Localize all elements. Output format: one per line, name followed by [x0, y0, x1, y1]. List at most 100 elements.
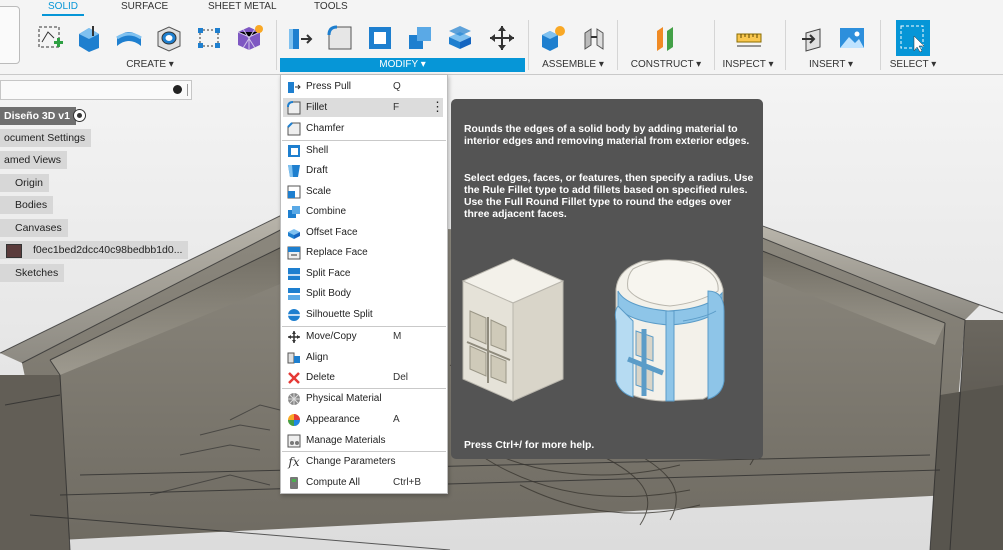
menu-item-manage-materials[interactable]: Manage Materials — [283, 431, 443, 450]
extrude-icon[interactable] — [73, 20, 105, 56]
group-divider — [276, 20, 277, 70]
shell-icon — [286, 144, 302, 158]
menu-item-replace-face[interactable]: Replace Face — [283, 243, 443, 262]
tab-tools[interactable]: TOOLS — [314, 1, 348, 12]
menu-item-compute-all[interactable]: Compute All Ctrl+B — [283, 473, 443, 492]
group-divider — [714, 20, 715, 70]
select-tool-icon[interactable] — [896, 20, 930, 56]
offset-plane-icon[interactable] — [650, 20, 682, 56]
move-icon — [286, 330, 302, 344]
browser-item-sketches[interactable]: Sketches — [0, 264, 65, 282]
menu-item-label: Split Body — [306, 288, 352, 299]
menu-item-label: Chamfer — [306, 123, 345, 134]
offset-face-tool-icon[interactable] — [444, 20, 476, 56]
fillet-tool-icon[interactable] — [324, 20, 356, 56]
measure-icon[interactable] — [733, 20, 765, 56]
menu-item-fillet[interactable]: Fillet F ⋮ — [283, 98, 444, 117]
browser-item-canvas-image[interactable]: f0ec1bed2dcc40c98bedbb1d0... — [0, 241, 189, 259]
menu-item-silhouette-split[interactable]: Silhouette Split — [283, 305, 443, 324]
shell-tool-icon[interactable] — [364, 20, 396, 56]
menu-item-shell[interactable]: Shell — [283, 141, 443, 160]
tooltip-description: Rounds the edges of a solid body by addi… — [464, 124, 750, 147]
assemble-menu[interactable]: ASSEMBLE ▾ — [538, 58, 608, 72]
combine-tool-icon[interactable] — [404, 20, 436, 56]
browser-root-node[interactable]: Diseño 3D v1 — [0, 107, 76, 125]
browser-item-label: Bodies — [15, 199, 48, 211]
offset-face-icon — [286, 226, 302, 240]
scale-icon — [286, 185, 302, 199]
browser-item-named-views[interactable]: amed Views — [0, 151, 68, 169]
activate-radio-icon[interactable] — [73, 109, 86, 122]
menu-item-split-body[interactable]: Split Body — [283, 284, 443, 303]
browser-collapse-icon[interactable] — [173, 85, 182, 94]
menu-item-split-face[interactable]: Split Face — [283, 264, 443, 283]
browser-item-label: ocument Settings — [4, 132, 86, 144]
browser-item-document-settings[interactable]: ocument Settings — [0, 129, 92, 147]
menu-item-label: Replace Face — [306, 247, 368, 258]
menu-item-draft[interactable]: Draft — [283, 161, 443, 180]
pattern-icon[interactable] — [193, 20, 225, 56]
replace-face-icon — [286, 246, 302, 260]
cube-before-icon — [461, 258, 565, 402]
insert-image-icon[interactable] — [836, 20, 868, 56]
menu-item-align[interactable]: Align — [283, 348, 443, 367]
insert-derive-icon[interactable] — [797, 20, 829, 56]
menu-item-label: Split Face — [306, 268, 351, 279]
browser-item-bodies[interactable]: Bodies — [0, 196, 54, 214]
group-divider — [880, 20, 881, 70]
modify-dropdown-menu: Press Pull Q Fillet F ⋮ Chamfer Shell Dr… — [280, 74, 448, 494]
tab-solid[interactable]: SOLID — [41, 1, 85, 16]
split-body-icon — [286, 287, 302, 301]
menu-item-shortcut: F — [393, 102, 400, 113]
fx-icon: fx — [288, 454, 300, 469]
create-sketch-icon[interactable] — [34, 20, 66, 56]
menu-item-appearance[interactable]: Appearance A — [283, 410, 443, 429]
chamfer-icon — [286, 121, 302, 136]
menu-item-shortcut: Q — [393, 81, 401, 92]
menu-item-label: Draft — [306, 165, 328, 176]
menu-item-delete[interactable]: Delete Del — [283, 368, 443, 387]
hole-icon[interactable] — [153, 20, 185, 56]
modify-menu-button[interactable]: MODIFY ▾ — [280, 58, 525, 72]
group-divider — [617, 20, 618, 70]
browser-item-label: f0ec1bed2dcc40c98bedbb1d0... — [33, 244, 183, 256]
more-options-icon[interactable]: ⋮ — [431, 100, 444, 114]
menu-item-chamfer[interactable]: Chamfer — [283, 119, 443, 138]
press-pull-tool-icon[interactable] — [284, 20, 316, 56]
browser-root-label: Diseño 3D v1 — [4, 110, 70, 122]
move-tool-icon[interactable] — [486, 20, 518, 56]
new-component-icon[interactable] — [537, 20, 569, 56]
browser-item-label: Sketches — [15, 267, 59, 279]
browser-item-canvases[interactable]: Canvases — [0, 219, 68, 237]
menu-item-shortcut: A — [393, 414, 400, 425]
fillet-tooltip: Rounds the edges of a solid body by addi… — [451, 99, 763, 459]
joint-icon[interactable] — [578, 20, 610, 56]
construct-menu[interactable]: CONSTRUCT ▾ — [628, 58, 704, 72]
menu-item-scale[interactable]: Scale — [283, 182, 443, 201]
browser-item-origin[interactable]: Origin — [0, 174, 50, 192]
workspace-switcher[interactable] — [0, 6, 20, 64]
select-menu[interactable]: SELECT ▾ — [886, 58, 940, 72]
menu-item-label: Offset Face — [306, 227, 358, 238]
fillet-illustration — [461, 258, 725, 402]
menu-item-press-pull[interactable]: Press Pull Q — [283, 77, 443, 96]
form-icon[interactable] — [233, 20, 265, 56]
menu-item-move-copy[interactable]: Move/Copy M — [283, 327, 443, 346]
create-menu[interactable]: CREATE ▾ — [120, 58, 180, 72]
menu-item-offset-face[interactable]: Offset Face — [283, 223, 443, 242]
menu-item-label: Manage Materials — [306, 435, 386, 446]
inspect-menu[interactable]: INSPECT ▾ — [722, 58, 774, 72]
tab-sheet-metal[interactable]: SHEET METAL — [208, 1, 277, 12]
menu-item-label: Shell — [306, 145, 329, 156]
physical-material-icon — [286, 392, 302, 406]
menu-item-physical-material[interactable]: Physical Material — [283, 389, 443, 408]
group-divider — [528, 20, 529, 70]
revolve-icon[interactable] — [113, 20, 145, 56]
menu-item-change-parameters[interactable]: fx Change Parameters — [283, 452, 443, 471]
menu-item-combine[interactable]: Combine — [283, 202, 443, 221]
toolbar: SOLID SURFACE SHEET METAL TOOLS CREATE ▾ — [0, 0, 1003, 75]
compute-all-icon — [286, 476, 302, 490]
align-icon — [286, 351, 302, 365]
tab-surface[interactable]: SURFACE — [121, 1, 168, 12]
insert-menu[interactable]: INSERT ▾ — [806, 58, 856, 72]
